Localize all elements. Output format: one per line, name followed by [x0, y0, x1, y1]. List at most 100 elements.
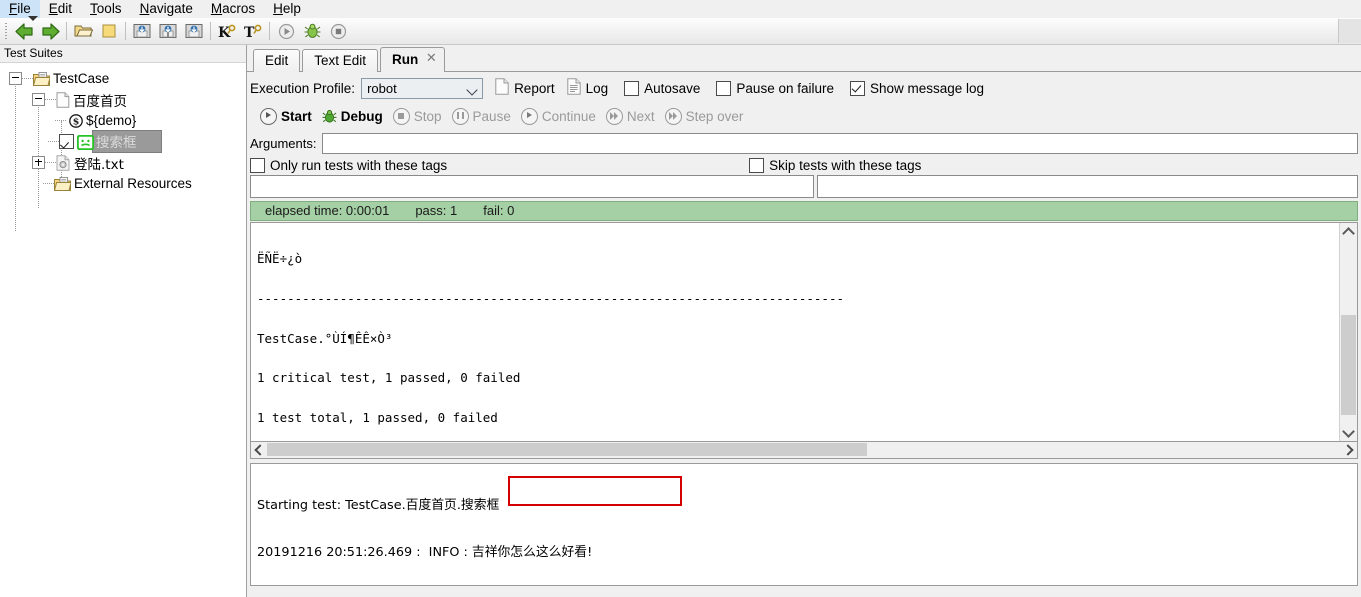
- tree-item-label: ${demo}: [86, 113, 137, 128]
- skip-tags-checkbox[interactable]: Skip tests with these tags: [749, 157, 921, 173]
- arguments-input[interactable]: [322, 132, 1358, 154]
- resource-icon: [56, 155, 71, 171]
- pause-label: Pause: [472, 108, 511, 124]
- stop-icon[interactable]: [326, 19, 350, 43]
- skip-tags-input[interactable]: [817, 175, 1358, 198]
- tree-item-label: 百度首页: [73, 93, 127, 110]
- play-circle-icon: [520, 107, 538, 125]
- checkbox-box-checked: [850, 80, 865, 96]
- console-text[interactable]: ËÑË÷¿ò| PASS | -------------------------…: [251, 223, 1339, 441]
- tab-text-edit[interactable]: Text Edit: [302, 49, 379, 72]
- fail-count: fail: 0: [483, 203, 515, 218]
- checkbox-box: [716, 80, 732, 96]
- test-file-icon: [56, 91, 70, 108]
- pause-button[interactable]: Pause: [451, 107, 511, 125]
- step-over-button[interactable]: Step over: [664, 107, 743, 125]
- execution-controls-row: Start Debug Stop Pause Continue Next Ste…: [247, 100, 1361, 128]
- report-document-icon: [495, 78, 509, 98]
- tree-item-testcase[interactable]: TestCase: [0, 68, 246, 89]
- execution-profile-select[interactable]: robot: [361, 77, 484, 99]
- only-run-tags-input[interactable]: [250, 175, 815, 198]
- test-suite-tree[interactable]: TestCase 百度首页 $ ${demo} 搜索框 登陆.txt Exter…: [0, 63, 246, 231]
- toolbar-overflow[interactable]: [1338, 19, 1361, 43]
- tree-item-label: 搜索框: [92, 130, 162, 153]
- message-log-line: Starting test: TestCase.百度首页.搜索框: [257, 498, 500, 513]
- save-icon[interactable]: [130, 19, 154, 43]
- continue-button[interactable]: Continue: [520, 107, 596, 125]
- stop-button[interactable]: Stop: [392, 107, 442, 125]
- debug-bug-icon[interactable]: [300, 19, 324, 43]
- stop-circle-icon: [392, 107, 410, 125]
- expander-collapse-icon[interactable]: [32, 93, 45, 106]
- save-as-icon[interactable]: [156, 19, 180, 43]
- forward-arrow-icon[interactable]: [38, 19, 62, 43]
- checkbox-box: [749, 157, 765, 173]
- search-tests-icon[interactable]: T: [241, 19, 265, 43]
- show-message-log-label: Show message log: [870, 80, 985, 96]
- chevron-down-icon: [466, 83, 478, 96]
- console-line: TestCase.°ÙÍ¶ÊÊ×Ò³| PASS |: [257, 330, 393, 346]
- main-toolbar: K T: [0, 18, 1361, 45]
- debug-button[interactable]: Debug: [322, 109, 383, 124]
- report-button[interactable]: Report: [495, 78, 555, 98]
- back-arrow-icon[interactable]: [12, 19, 36, 43]
- scroll-left-icon[interactable]: [251, 443, 266, 457]
- execution-profile-label: Execution Profile:: [250, 80, 356, 96]
- scrollbar-thumb[interactable]: [267, 443, 867, 456]
- tree-item-external-resources[interactable]: External Resources: [0, 173, 246, 194]
- menu-edit[interactable]: Edit: [40, 0, 81, 18]
- expander-collapse-icon[interactable]: [9, 72, 22, 85]
- expander-expand-icon[interactable]: [32, 156, 45, 169]
- toolbar-dropdown-chevron-icon[interactable]: [28, 16, 38, 21]
- execution-profile-value: robot: [367, 80, 397, 96]
- toolbar-separator: [269, 22, 270, 40]
- step-over-circle-icon: [664, 107, 682, 125]
- ride-application-window: File Edit Tools Navigate Macros Help K T…: [0, 0, 1361, 597]
- tree-item-login-txt[interactable]: 登陆.txt: [0, 152, 246, 173]
- next-button[interactable]: Next: [605, 107, 655, 125]
- only-run-tags-label: Only run tests with these tags: [270, 157, 448, 173]
- toolbar-grip[interactable]: [2, 20, 11, 42]
- svg-text:T: T: [244, 25, 255, 40]
- test-case-icon: [76, 134, 95, 150]
- menu-macros[interactable]: Macros: [202, 0, 264, 18]
- scroll-right-icon[interactable]: [1342, 443, 1357, 457]
- toolbar-separator: [66, 22, 67, 40]
- only-run-tags-checkbox[interactable]: Only run tests with these tags: [250, 157, 448, 173]
- message-log-panel[interactable]: Starting test: TestCase.百度首页.搜索框 2019121…: [250, 463, 1358, 586]
- arguments-label: Arguments:: [250, 135, 317, 151]
- tree-item-baidu-homepage[interactable]: 百度首页: [0, 89, 246, 110]
- menu-navigate[interactable]: Navigate: [131, 0, 202, 18]
- close-icon[interactable]: ✕: [425, 51, 437, 64]
- start-label: Start: [281, 108, 312, 124]
- search-keyword-icon[interactable]: K: [215, 19, 239, 43]
- new-folder-icon[interactable]: [97, 19, 121, 43]
- scroll-up-icon[interactable]: [1340, 223, 1357, 240]
- start-button[interactable]: Start: [260, 107, 312, 125]
- open-folder-icon[interactable]: [71, 19, 95, 43]
- pause-on-failure-checkbox[interactable]: Pause on failure: [716, 80, 834, 96]
- console-horizontal-scrollbar[interactable]: [250, 442, 1358, 459]
- scroll-down-icon[interactable]: [1340, 424, 1357, 441]
- tag-inputs-row: [247, 175, 1361, 199]
- save-all-icon[interactable]: [182, 19, 206, 43]
- tab-run[interactable]: Run ✕: [380, 47, 446, 73]
- menu-help[interactable]: Help: [264, 0, 310, 18]
- log-document-icon: [566, 78, 581, 98]
- scrollbar-thumb[interactable]: [1341, 315, 1356, 415]
- toolbar-separator: [125, 22, 126, 40]
- console-vertical-scrollbar[interactable]: [1339, 223, 1357, 441]
- test-case-checkbox[interactable]: [59, 134, 74, 149]
- execution-profile-row: Execution Profile: robot Report Log Auto…: [247, 72, 1361, 100]
- menu-tools[interactable]: Tools: [81, 0, 131, 18]
- log-button[interactable]: Log: [566, 78, 608, 98]
- autosave-checkbox[interactable]: Autosave: [624, 80, 700, 96]
- tree-item-variable-demo[interactable]: $ ${demo}: [0, 110, 246, 131]
- run-status-bar: elapsed time: 0:00:01 pass: 1 fail: 0: [250, 201, 1358, 221]
- pause-on-failure-label: Pause on failure: [736, 80, 834, 96]
- variable-icon: $: [69, 113, 83, 128]
- show-message-log-checkbox[interactable]: Show message log: [850, 80, 985, 96]
- run-icon[interactable]: [274, 19, 298, 43]
- tab-edit[interactable]: Edit: [253, 49, 301, 72]
- tree-item-search-box[interactable]: 搜索框: [0, 130, 246, 153]
